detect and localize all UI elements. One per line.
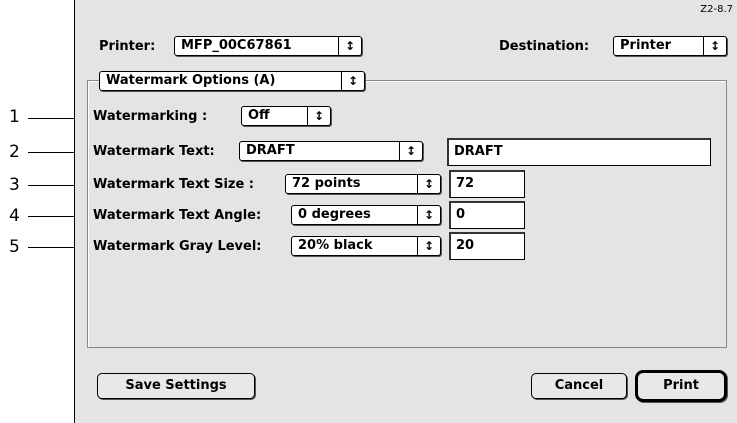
printer-popup-value: MFP_00C67861	[181, 38, 292, 53]
up-down-arrows-icon: ↕	[341, 72, 364, 90]
watermark-text-angle-popup[interactable]: 0 degrees ↕	[291, 205, 441, 225]
watermarking-popup-value: Off	[248, 108, 270, 123]
callout-3: 3	[9, 175, 20, 195]
destination-label: Destination:	[499, 39, 590, 54]
print-dialog: Z2-8.7 Printer: MFP_00C67861 ↕ Destinati…	[74, 0, 737, 423]
up-down-arrows-icon: ↕	[307, 107, 330, 125]
panel-popup-value: Watermark Options (A)	[106, 73, 276, 88]
up-down-arrows-icon: ↕	[703, 37, 726, 55]
save-settings-button[interactable]: Save Settings	[97, 373, 255, 399]
watermark-text-field[interactable]: DRAFT	[447, 138, 711, 166]
up-down-arrows-icon: ↕	[417, 237, 440, 255]
version-label: Z2-8.7	[700, 4, 733, 15]
callout-2: 2	[9, 142, 20, 162]
watermark-gray-level-popup-value: 20% black	[298, 238, 373, 253]
watermark-gray-level-label: Watermark Gray Level:	[93, 239, 262, 254]
watermark-gray-level-popup[interactable]: 20% black ↕	[291, 236, 441, 256]
watermark-text-label: Watermark Text:	[93, 144, 215, 159]
up-down-arrows-icon: ↕	[417, 206, 440, 224]
callout-1: 1	[9, 107, 20, 127]
watermark-text-angle-popup-value: 0 degrees	[298, 207, 371, 222]
watermark-text-size-label: Watermark Text Size :	[93, 177, 255, 192]
panel-popup[interactable]: Watermark Options (A) ↕	[99, 71, 365, 91]
printer-popup[interactable]: MFP_00C67861 ↕	[174, 36, 362, 56]
watermark-text-size-popup-value: 72 points	[292, 176, 361, 191]
watermark-text-popup[interactable]: DRAFT ↕	[239, 141, 423, 161]
callout-5: 5	[9, 237, 20, 257]
watermark-text-angle-field[interactable]: 0	[449, 201, 525, 229]
up-down-arrows-icon: ↕	[417, 175, 440, 193]
destination-popup-value: Printer	[620, 38, 672, 53]
watermark-text-popup-value: DRAFT	[246, 143, 295, 158]
up-down-arrows-icon: ↕	[338, 37, 361, 55]
destination-popup[interactable]: Printer ↕	[613, 36, 727, 56]
watermarking-label: Watermarking :	[93, 109, 208, 124]
watermark-text-size-field[interactable]: 72	[449, 170, 525, 198]
watermark-text-angle-label: Watermark Text Angle:	[93, 208, 262, 223]
cancel-button[interactable]: Cancel	[531, 373, 627, 399]
up-down-arrows-icon: ↕	[399, 142, 422, 160]
watermarking-popup[interactable]: Off ↕	[241, 106, 331, 126]
watermark-text-size-popup[interactable]: 72 points ↕	[285, 174, 441, 194]
print-button[interactable]: Print	[635, 370, 727, 402]
watermark-gray-level-field[interactable]: 20	[449, 232, 525, 260]
printer-label: Printer:	[99, 39, 156, 54]
callout-4: 4	[9, 206, 20, 226]
